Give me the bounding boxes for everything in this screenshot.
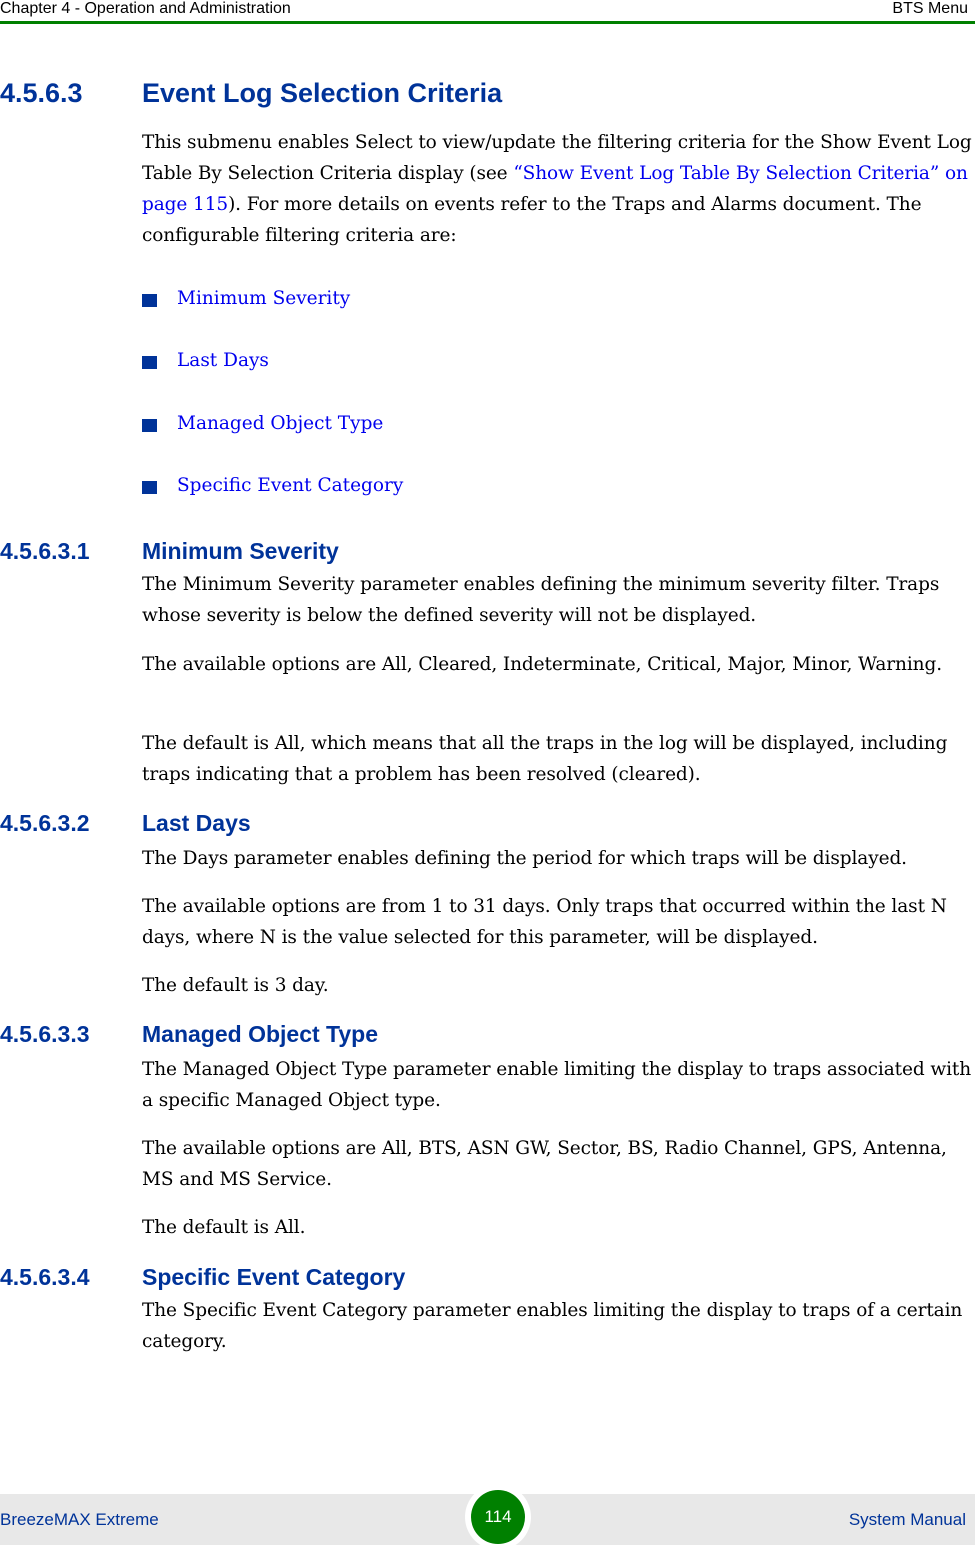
header-divider bbox=[0, 21, 975, 24]
paragraph: The available options are All, Cleared, … bbox=[142, 654, 942, 675]
product-name: BreezeMAX Extreme bbox=[0, 1510, 159, 1529]
section-intro: This submenu enables Select to view/upda… bbox=[142, 127, 972, 251]
page-header: Chapter 4 - Operation and Administration… bbox=[0, 0, 975, 22]
paragraph: The Days parameter enables defining the … bbox=[142, 848, 907, 869]
paragraph: The default is All, which means that all… bbox=[142, 733, 948, 785]
paragraph: The Specific Event Category parameter en… bbox=[142, 1300, 963, 1352]
bullet-link[interactable]: Last Days bbox=[177, 349, 269, 373]
document-type: System Manual bbox=[848, 1510, 966, 1529]
subsection-number: 4.5.6.3.3 bbox=[0, 1021, 90, 1047]
subsection-title: Specific Event Category bbox=[142, 1264, 406, 1290]
square-bullet-icon bbox=[142, 419, 157, 432]
subsection-number: 4.5.6.3.1 bbox=[0, 538, 90, 564]
section-number: 4.5.6.3 bbox=[0, 78, 83, 108]
subsection-number: 4.5.6.3.4 bbox=[0, 1264, 90, 1290]
subsection-number: 4.5.6.3.2 bbox=[0, 810, 90, 836]
paragraph: The default is All. bbox=[142, 1217, 306, 1238]
square-bullet-icon bbox=[142, 294, 157, 307]
intro-text-continued: ). For more details on events refer to t… bbox=[142, 194, 922, 246]
bullet-link[interactable]: Managed Object Type bbox=[177, 412, 383, 436]
square-bullet-icon bbox=[142, 356, 157, 369]
square-bullet-icon bbox=[142, 481, 157, 494]
chapter-title: Chapter 4 - Operation and Administration bbox=[0, 0, 291, 17]
bullet-link[interactable]: Specific Event Category bbox=[177, 474, 403, 498]
paragraph: The default is 3 day. bbox=[142, 975, 329, 996]
paragraph: The Managed Object Type parameter enable… bbox=[142, 1059, 972, 1111]
section-name: BTS Menu bbox=[892, 0, 968, 17]
paragraph: The available options are from 1 to 31 d… bbox=[142, 896, 947, 948]
subsection-title: Managed Object Type bbox=[142, 1021, 379, 1047]
section-title: Event Log Selection Criteria bbox=[142, 78, 503, 108]
paragraph: The Minimum Severity parameter enables d… bbox=[142, 574, 940, 626]
paragraph: The available options are All, BTS, ASN … bbox=[142, 1138, 947, 1190]
subsection-title: Minimum Severity bbox=[142, 538, 339, 564]
page-number-badge: 114 bbox=[471, 1490, 525, 1544]
bullet-link[interactable]: Minimum Severity bbox=[177, 287, 350, 311]
subsection-title: Last Days bbox=[142, 810, 251, 836]
